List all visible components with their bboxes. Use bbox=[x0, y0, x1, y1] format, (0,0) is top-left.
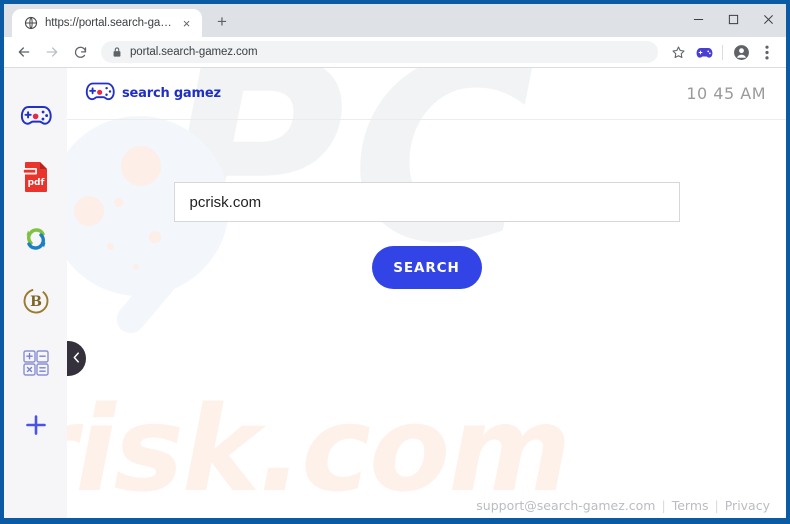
sidebar-item-pdf[interactable]: pdf bbox=[4, 148, 67, 210]
search-area: SEARCH bbox=[67, 120, 786, 289]
browser-toolbar: portal.search-gamez.com bbox=[4, 37, 786, 68]
tab-title: https://portal.search-gamez.com bbox=[45, 17, 172, 29]
converter-arrows-icon bbox=[21, 224, 51, 259]
toolbar-divider bbox=[722, 44, 723, 60]
reload-button[interactable] bbox=[67, 39, 93, 65]
lock-icon bbox=[112, 46, 122, 58]
browser-tab[interactable]: https://portal.search-gamez.com × bbox=[12, 9, 202, 37]
chevron-left-icon bbox=[73, 350, 80, 368]
site-logo[interactable]: search gamez bbox=[85, 80, 221, 107]
site-logo-text: search gamez bbox=[122, 86, 221, 101]
support-email-link[interactable]: support@search-gamez.com bbox=[476, 498, 655, 513]
calculator-icon bbox=[22, 349, 49, 381]
account-avatar-icon[interactable] bbox=[729, 40, 753, 64]
browser-window: https://portal.search-gamez.com × + bbox=[0, 0, 790, 524]
back-button[interactable] bbox=[11, 39, 37, 65]
svg-text:B: B bbox=[30, 294, 42, 310]
gamepad-icon bbox=[20, 103, 52, 132]
footer-separator: | bbox=[661, 498, 666, 513]
page-header: search gamez 10 45 AM bbox=[67, 68, 786, 120]
clock-display: 10 45 AM bbox=[686, 84, 766, 103]
privacy-link[interactable]: Privacy bbox=[725, 498, 770, 513]
forward-button[interactable] bbox=[39, 39, 65, 65]
pdf-icon: pdf bbox=[22, 161, 50, 198]
sidebar-item-converter[interactable] bbox=[4, 210, 67, 272]
sidebar-item-bitcoin[interactable]: B bbox=[4, 272, 67, 334]
sidebar-item-add[interactable] bbox=[4, 396, 67, 458]
window-controls bbox=[681, 4, 786, 34]
search-button[interactable]: SEARCH bbox=[371, 246, 482, 289]
watermark-bottom: risk.com bbox=[67, 380, 571, 518]
bitcoin-icon: B bbox=[21, 286, 51, 321]
address-bar[interactable]: portal.search-gamez.com bbox=[101, 41, 658, 63]
footer-separator: | bbox=[714, 498, 719, 513]
tab-strip: https://portal.search-gamez.com × + bbox=[4, 4, 786, 37]
svg-text:pdf: pdf bbox=[27, 178, 44, 188]
close-icon[interactable]: × bbox=[179, 16, 194, 31]
terms-link[interactable]: Terms bbox=[672, 498, 709, 513]
address-bar-url: portal.search-gamez.com bbox=[130, 46, 258, 58]
web-page: pdf B risk.com search gamez 10 45 AM pcr… bbox=[4, 68, 786, 518]
extension-sidebar: pdf B bbox=[4, 68, 67, 518]
sidebar-item-calculator[interactable] bbox=[4, 334, 67, 396]
minimize-button[interactable] bbox=[681, 4, 716, 34]
gamepad-icon bbox=[85, 80, 115, 107]
close-window-button[interactable] bbox=[751, 4, 786, 34]
globe-icon bbox=[23, 16, 38, 31]
search-input[interactable] bbox=[173, 182, 680, 222]
gamepad-extension-icon[interactable] bbox=[692, 40, 716, 64]
star-icon[interactable] bbox=[666, 40, 690, 64]
new-tab-button[interactable]: + bbox=[209, 9, 235, 35]
page-content: PC risk.com bbox=[67, 68, 786, 518]
maximize-button[interactable] bbox=[716, 4, 751, 34]
plus-icon bbox=[25, 414, 47, 441]
three-dot-menu-icon[interactable] bbox=[755, 40, 779, 64]
browser-window-inner: https://portal.search-gamez.com × + bbox=[4, 4, 786, 518]
sidebar-item-games[interactable] bbox=[4, 86, 67, 148]
page-footer: support@search-gamez.com | Terms | Priva… bbox=[476, 498, 770, 513]
